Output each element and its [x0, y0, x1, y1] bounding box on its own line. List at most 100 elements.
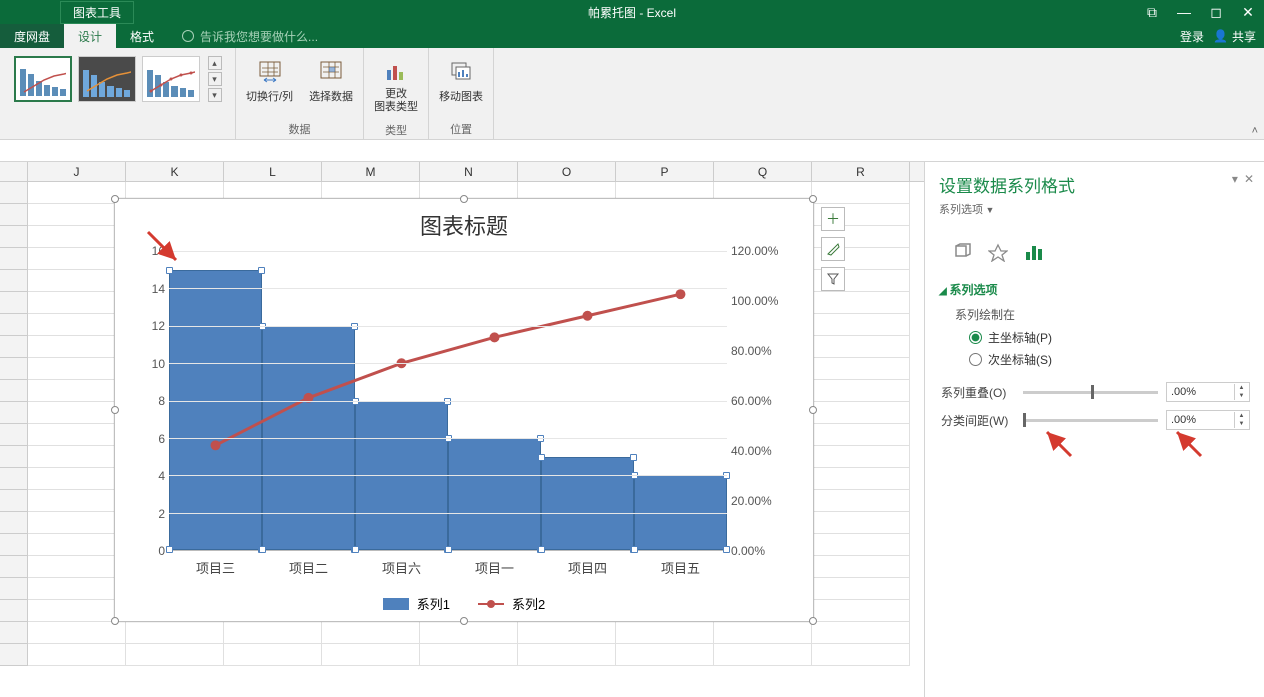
formula-input[interactable] [0, 140, 1264, 161]
primary-axis-input[interactable] [969, 331, 982, 344]
series-overlap-label: 系列重叠(O) [941, 384, 1015, 401]
col-header[interactable]: J [28, 162, 126, 181]
series-overlap-value[interactable]: .00% ▲▼ [1166, 382, 1250, 402]
chart-styles-button[interactable] [821, 237, 845, 261]
title-bar: 图表工具 帕累托图 - Excel ⧉ — ◻ ✕ [0, 0, 1264, 24]
ribbon-tabs: 度网盘 设计 格式 告诉我您想要做什么... 登录 👤 共享 [0, 24, 1264, 48]
legend-item-2[interactable]: 系列2 [478, 594, 545, 613]
tell-me-input[interactable]: 告诉我您想要做什么... [182, 28, 318, 45]
location-group-label: 位置 [450, 121, 472, 137]
primary-y-axis[interactable]: 0246810121416 [135, 251, 169, 551]
switch-rowcol-label: 切换行/列 [246, 88, 293, 104]
window-close-icon[interactable]: ✕ [1232, 4, 1264, 21]
series-overlap-slider[interactable] [1023, 391, 1158, 394]
change-chart-type-button[interactable]: 更改 图表类型 [372, 52, 420, 120]
chart-style-1[interactable] [14, 56, 72, 102]
move-chart-label: 移动图表 [439, 88, 483, 104]
document-title: 帕累托图 - Excel [588, 4, 676, 21]
spin-down-icon[interactable]: ▼ [1234, 420, 1248, 428]
select-data-icon [317, 58, 345, 86]
select-data-button[interactable]: 选择数据 [307, 52, 355, 110]
resize-handle[interactable] [809, 406, 817, 414]
chart-elements-button[interactable]: ＋ [821, 207, 845, 231]
window-restore-icon[interactable]: ⧉ [1136, 4, 1168, 21]
category-label[interactable]: 项目二 [262, 558, 355, 577]
tab-baidu-disk[interactable]: 度网盘 [0, 24, 64, 49]
chart-style-2[interactable] [78, 56, 136, 102]
category-label[interactable]: 项目五 [634, 558, 727, 577]
resize-handle[interactable] [460, 195, 468, 203]
format-data-series-pane: ▾ ✕ 设置数据系列格式 系列选项 系列选项 系列绘制在 主坐标轴(P) 次坐标… [924, 162, 1264, 697]
secondary-y-axis[interactable]: 0.00%20.00%40.00%60.00%80.00%100.00%120.… [727, 251, 793, 551]
style-scroll-up[interactable]: ▴ [208, 56, 222, 70]
primary-axis-radio[interactable]: 主坐标轴(P) [969, 329, 1250, 346]
series-options-tab-icon[interactable] [1023, 241, 1045, 263]
spin-down-icon[interactable]: ▼ [1234, 392, 1248, 400]
resize-handle[interactable] [809, 195, 817, 203]
resize-handle[interactable] [809, 617, 817, 625]
col-header[interactable]: K [126, 162, 224, 181]
col-header[interactable]: L [224, 162, 322, 181]
collapse-ribbon-icon[interactable]: ˄ [1252, 125, 1258, 137]
line-series[interactable] [169, 251, 727, 510]
move-chart-icon [447, 58, 475, 86]
login-link[interactable]: 登录 [1180, 28, 1204, 45]
share-button[interactable]: 👤 共享 [1213, 28, 1256, 45]
secondary-axis-input[interactable] [969, 353, 982, 366]
resize-handle[interactable] [111, 195, 119, 203]
series-options-section[interactable]: 系列选项 [939, 281, 1250, 298]
embedded-chart[interactable]: 图表标题 0246810121416 0.00%20.00%40.00%60.0… [114, 198, 814, 622]
gap-width-value[interactable]: .00% ▲▼ [1166, 410, 1250, 430]
switch-row-column-button[interactable]: 切换行/列 [244, 52, 295, 110]
category-axis[interactable]: 项目三项目二项目六项目一项目四项目五 [169, 558, 727, 577]
legend-item-1[interactable]: 系列1 [383, 594, 450, 613]
worksheet-grid[interactable]: J K L M N O P Q R 图表标题 0246810121416 0.0… [0, 162, 924, 697]
pane-close-icon[interactable]: ✕ [1244, 172, 1254, 186]
primary-axis-label: 主坐标轴(P) [988, 329, 1052, 346]
category-label[interactable]: 项目一 [448, 558, 541, 577]
col-header[interactable]: P [616, 162, 714, 181]
plot-area[interactable]: 0246810121416 0.00%20.00%40.00%60.00%80.… [135, 251, 793, 551]
chart-filters-button[interactable] [821, 267, 845, 291]
col-header[interactable]: N [420, 162, 518, 181]
chart-title[interactable]: 图表标题 [115, 199, 813, 245]
plot-on-label: 系列绘制在 [955, 306, 1250, 323]
window-maximize-icon[interactable]: ◻ [1200, 4, 1232, 21]
move-chart-button[interactable]: 移动图表 [437, 52, 485, 110]
spin-up-icon[interactable]: ▲ [1234, 412, 1248, 420]
col-header[interactable]: O [518, 162, 616, 181]
col-header[interactable]: M [322, 162, 420, 181]
category-label[interactable]: 项目三 [169, 558, 262, 577]
resize-handle[interactable] [111, 617, 119, 625]
tab-format[interactable]: 格式 [116, 24, 168, 49]
secondary-axis-radio[interactable]: 次坐标轴(S) [969, 351, 1250, 368]
gap-width-label: 分类间距(W) [941, 412, 1015, 429]
style-gallery-expand[interactable]: ▾ [208, 88, 222, 102]
pane-title: 设置数据系列格式 [939, 172, 1250, 197]
annotation-arrow [1173, 428, 1213, 471]
col-header[interactable]: Q [714, 162, 812, 181]
legend-swatch-bar [383, 598, 409, 610]
chart-legend[interactable]: 系列1 系列2 [115, 594, 813, 613]
category-label[interactable]: 项目六 [355, 558, 448, 577]
formula-bar [0, 140, 1264, 162]
pane-subtitle[interactable]: 系列选项 [939, 201, 994, 217]
fill-line-tab-icon[interactable] [951, 241, 973, 263]
col-header[interactable]: R [812, 162, 910, 181]
plot-inner [169, 251, 727, 551]
category-label[interactable]: 项目四 [541, 558, 634, 577]
pane-options-icon[interactable]: ▾ [1232, 172, 1238, 186]
select-data-label: 选择数据 [309, 88, 353, 104]
spin-up-icon[interactable]: ▲ [1234, 384, 1248, 392]
chart-tools-tab: 图表工具 [60, 1, 134, 24]
tab-design[interactable]: 设计 [64, 24, 116, 49]
resize-handle[interactable] [460, 617, 468, 625]
chart-style-3[interactable] [142, 56, 200, 102]
resize-handle[interactable] [111, 406, 119, 414]
style-scroll-down[interactable]: ▾ [208, 72, 222, 86]
lightbulb-icon [182, 30, 194, 42]
gap-width-slider[interactable] [1023, 419, 1158, 422]
annotation-arrow [1043, 428, 1083, 471]
window-minimize-icon[interactable]: — [1168, 4, 1200, 21]
effects-tab-icon[interactable] [987, 241, 1009, 263]
